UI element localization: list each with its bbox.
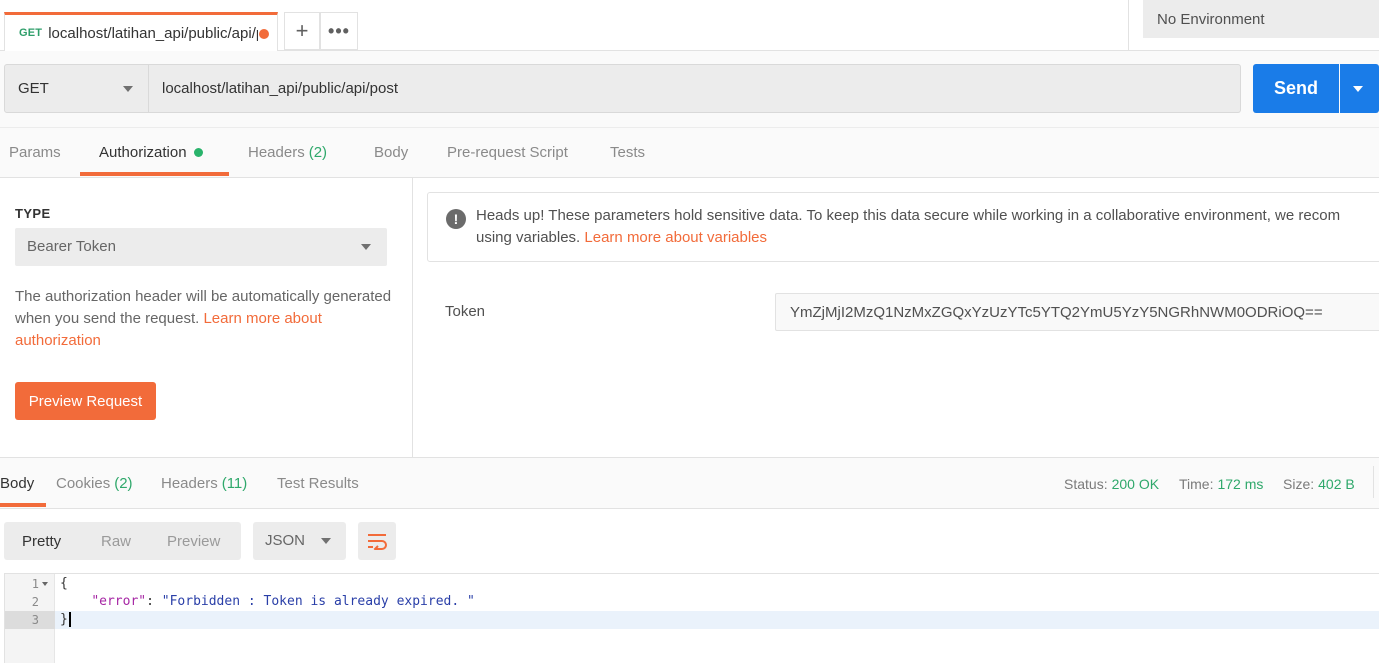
tab-label: Authorization <box>99 143 187 161</box>
tab-body[interactable]: Body <box>374 128 408 176</box>
time-label: Time: <box>1179 476 1214 492</box>
tab-label: Cookies <box>56 474 111 492</box>
auth-type-select[interactable]: Bearer Token <box>15 228 387 266</box>
send-button[interactable]: Send <box>1253 64 1339 113</box>
tab-label: Test Results <box>277 474 359 492</box>
request-tab-bar: GET localhost/latihan_api/public/api/p +… <box>0 0 1379 51</box>
tab-label: Tests <box>610 143 646 161</box>
size-readout[interactable]: Size: 402 B <box>1283 476 1355 492</box>
view-mode-group: Pretty Raw Preview <box>4 522 241 560</box>
auth-type-value: Bearer Token <box>27 238 116 255</box>
json-string-value: "Forbidden : Token is already expired. " <box>161 594 475 609</box>
tab-authorization[interactable]: Authorization <box>99 128 203 176</box>
tab-count: (11) <box>221 474 248 492</box>
notice-text: Heads up! These parameters hold sensitiv… <box>476 205 1379 249</box>
response-tab-body[interactable]: Body <box>0 458 34 508</box>
closing-brace: } <box>60 612 68 627</box>
view-preview-button[interactable]: Preview <box>167 522 220 560</box>
wrap-lines-button[interactable] <box>358 522 396 560</box>
tab-label: Params <box>9 143 61 161</box>
fold-arrow-icon[interactable] <box>42 582 48 586</box>
request-tab-url: localhost/latihan_api/public/api/p <box>48 24 259 42</box>
tab-label: Pre-request Script <box>447 143 568 161</box>
response-tabs: Body Cookies (2) Headers (11) Test Resul… <box>0 457 1379 509</box>
line-number: 3 <box>31 613 39 627</box>
json-key: "error" <box>91 594 147 609</box>
tab-count: (2) <box>308 143 328 161</box>
send-options-button[interactable] <box>1340 64 1379 113</box>
wrap-icon <box>368 534 387 550</box>
tab-count: (2) <box>114 474 133 492</box>
active-response-tab-indicator <box>0 503 46 507</box>
chevron-down-icon <box>321 538 331 544</box>
method-value: GET <box>18 80 49 97</box>
tab-headers[interactable]: Headers (2) <box>248 128 327 176</box>
request-tabs: Params Authorization Headers (2) Body Pr… <box>0 128 1379 178</box>
code-line: 1 { <box>5 575 1379 593</box>
token-input[interactable]: YmZjMjI2MzQ1NzMxZGQxYzUzYTc5YTQ2YmU5YzY5… <box>775 293 1379 331</box>
format-select[interactable]: JSON <box>253 522 346 560</box>
notice-line: using variables. <box>476 229 585 246</box>
warning-icon: ! <box>446 209 466 229</box>
json-colon: : <box>146 594 162 609</box>
learn-more-variables-link[interactable]: Learn more about variables <box>584 229 767 246</box>
line-number: 2 <box>31 595 39 609</box>
notice-line: Heads up! These parameters hold sensitiv… <box>476 207 1341 224</box>
token-value: YmZjMjI2MzQ1NzMxZGQxYzUzYTc5YTQ2YmU5YzY5… <box>790 304 1323 321</box>
chevron-down-icon <box>1353 86 1363 92</box>
unsaved-dot-icon <box>259 29 269 39</box>
environment-select[interactable]: No Environment <box>1143 0 1379 38</box>
tab-pre-request-script[interactable]: Pre-request Script <box>447 128 568 176</box>
tab-params[interactable]: Params <box>9 128 61 176</box>
url-value: localhost/latihan_api/public/api/post <box>162 80 398 97</box>
size-value: 402 B <box>1318 476 1355 492</box>
url-bar: GET localhost/latihan_api/public/api/pos… <box>0 51 1379 128</box>
auth-description: The authorization header will be automat… <box>15 286 395 352</box>
size-label: Size: <box>1283 476 1315 492</box>
status-label: Status: <box>1064 476 1108 492</box>
preview-request-button[interactable]: Preview Request <box>15 382 156 420</box>
format-value: JSON <box>265 532 306 549</box>
code-text: } <box>60 611 71 629</box>
response-view-toolbar: Pretty Raw Preview JSON <box>0 509 1379 573</box>
chevron-down-icon <box>361 244 371 250</box>
tab-tests[interactable]: Tests <box>610 128 645 176</box>
response-body-editor[interactable]: 1 { 2 "error": "Forbidden : Token is alr… <box>4 573 1379 663</box>
sensitive-data-notice: ! Heads up! These parameters hold sensit… <box>427 192 1379 262</box>
code-line-active: 3 } <box>5 611 1379 629</box>
tab-label: Body <box>374 143 409 161</box>
code-text: { <box>60 576 68 591</box>
view-raw-button[interactable]: Raw <box>101 522 131 560</box>
time-readout[interactable]: Time: 172 ms <box>1179 476 1263 492</box>
line-number: 1 <box>31 577 39 591</box>
chevron-down-icon <box>123 86 133 92</box>
view-pretty-button[interactable]: Pretty <box>22 522 61 560</box>
url-input[interactable]: localhost/latihan_api/public/api/post <box>149 64 1241 113</box>
more-tabs-button[interactable]: ••• <box>320 12 358 50</box>
divider <box>1373 466 1374 498</box>
time-value: 172 ms <box>1217 476 1264 492</box>
new-tab-button[interactable]: + <box>284 12 320 50</box>
text-cursor <box>68 612 71 627</box>
response-tab-cookies[interactable]: Cookies (2) <box>56 458 133 508</box>
tab-label: Headers <box>161 474 218 492</box>
code-line: 2 "error": "Forbidden : Token is already… <box>5 593 1379 611</box>
status-value: 200 OK <box>1111 476 1160 492</box>
response-tab-test-results[interactable]: Test Results <box>277 458 359 508</box>
active-tab-indicator <box>80 172 229 176</box>
request-tab[interactable]: GET localhost/latihan_api/public/api/p <box>4 12 278 51</box>
code-text: "error": "Forbidden : Token is already e… <box>60 593 475 611</box>
active-dot-icon <box>193 147 203 157</box>
method-select[interactable]: GET <box>4 64 149 113</box>
token-label: Token <box>445 303 486 320</box>
request-tab-method: GET <box>19 27 43 39</box>
tab-label: Headers <box>248 143 305 161</box>
type-label: TYPE <box>15 206 51 221</box>
tab-label: Body <box>0 474 35 492</box>
response-tab-headers[interactable]: Headers (11) <box>161 458 247 508</box>
status-readout: Status: 200 OK <box>1064 476 1159 492</box>
divider <box>1128 0 1129 51</box>
auth-type-panel: TYPE Bearer Token The authorization head… <box>0 178 413 458</box>
